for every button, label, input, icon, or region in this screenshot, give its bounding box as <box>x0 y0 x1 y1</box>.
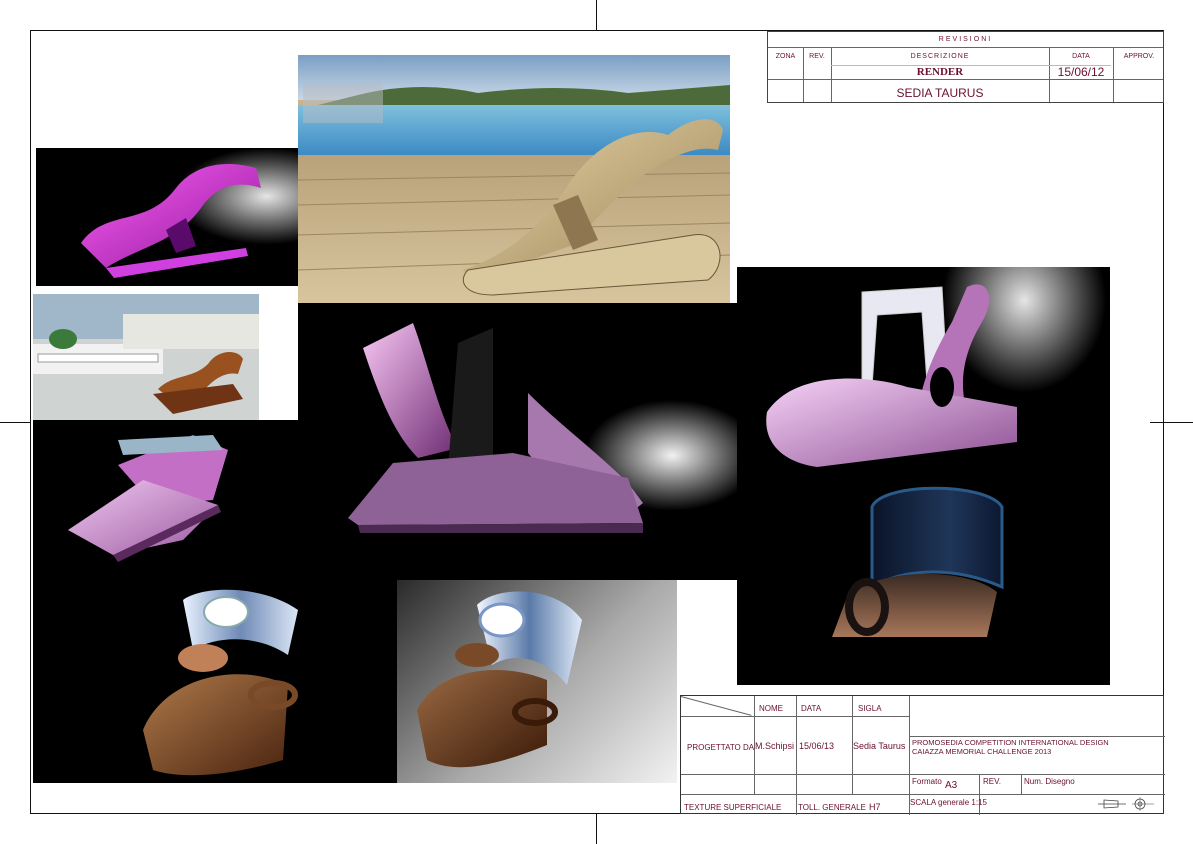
center-mark-bottom <box>596 814 597 844</box>
drawing-subject: SEDIA TAURUS <box>896 86 984 100</box>
render-living-room <box>33 294 259 420</box>
formato-value: A3 <box>945 780 958 791</box>
render-wood-chair-left <box>33 580 397 783</box>
title-block: NOME DATA SIGLA PROGETTATO DA M.Schipsi … <box>680 695 1165 815</box>
label-formato: Formato <box>912 777 942 786</box>
label-num-disegno: Num. Disegno <box>1024 777 1075 786</box>
label-rev: REV. <box>983 777 1001 786</box>
header-approv: APPROV. <box>1123 52 1155 60</box>
render-wood-chair-center <box>397 580 677 783</box>
designer-name: M.Schipsi <box>755 741 795 751</box>
label-nome: NOME <box>759 704 783 713</box>
label-texture: TEXTURE SUPERFICIALE <box>684 803 782 812</box>
label-data: DATA <box>801 704 822 713</box>
competition-line-1: PROMOSEDIA COMPETITION INTERNATIONAL DES… <box>912 738 1109 747</box>
render-center-chaise <box>298 303 738 580</box>
projection-symbol-icon <box>1098 797 1154 811</box>
center-mark-top <box>596 0 597 30</box>
label-toll-generale: TOLL. GENERALE <box>798 803 866 812</box>
revisions-table: REVISIONI ZONA REV. DESCRIZIONE DATA APP… <box>767 31 1164 103</box>
revision-date: 15/06/12 <box>1057 65 1105 79</box>
revisions-title: REVISIONI <box>938 36 993 43</box>
competition-line-2: CAIAZZA MEMORIAL CHALLENGE 2013 <box>912 747 1052 756</box>
label-progettato-da: PROGETTATO DA <box>687 743 755 752</box>
render-purple-chaise <box>36 148 298 286</box>
center-mark-left <box>0 422 30 423</box>
design-sigla: Sedia Taurus <box>853 741 906 751</box>
header-rev: REV. <box>809 52 825 60</box>
label-sigla: SIGLA <box>858 704 882 713</box>
label-scala: SCALA generale 1:15 <box>910 798 987 807</box>
toll-value: H7 <box>869 802 881 812</box>
header-zona: ZONA <box>775 52 796 60</box>
design-date: 15/06/13 <box>799 741 835 751</box>
render-right-chairs <box>737 267 1110 685</box>
revision-description: RENDER <box>916 66 964 78</box>
center-mark-right <box>1150 422 1193 423</box>
render-pool-chaise <box>298 55 730 303</box>
